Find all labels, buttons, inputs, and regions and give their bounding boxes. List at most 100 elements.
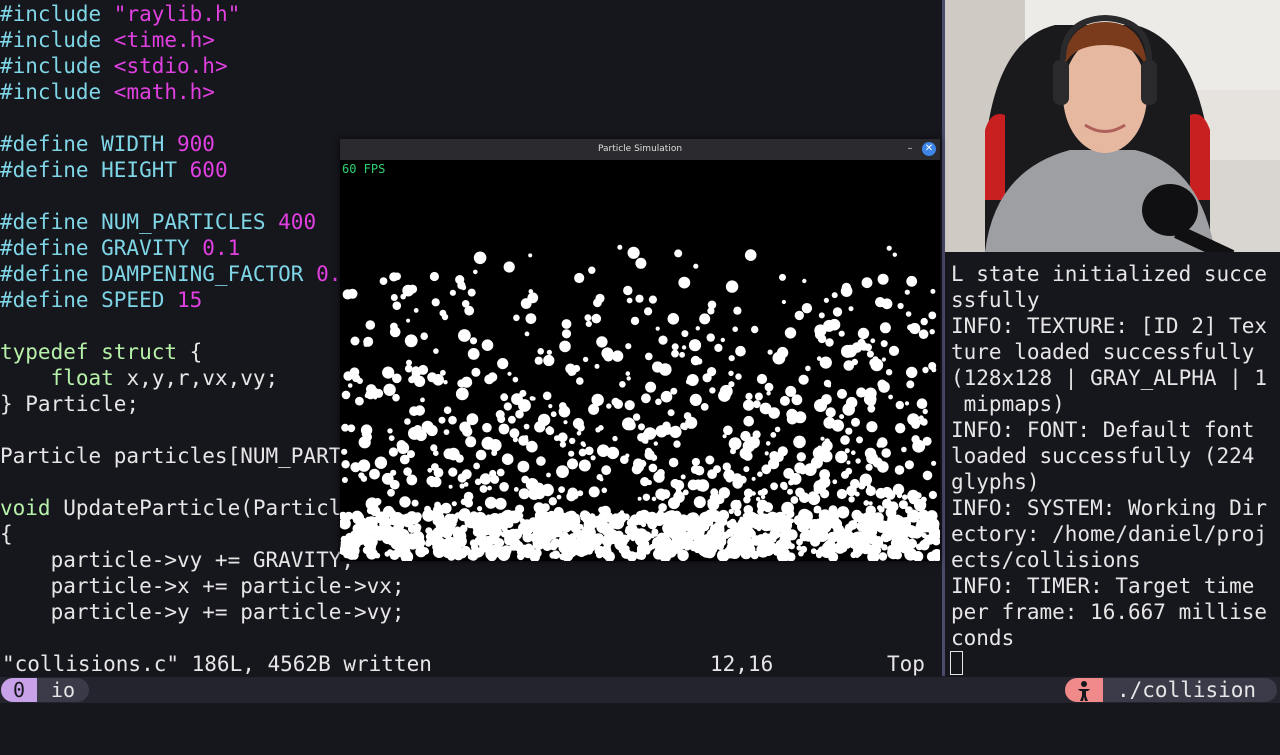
particle	[644, 447, 653, 456]
particle	[731, 473, 743, 485]
particle	[626, 297, 633, 304]
particle	[673, 480, 685, 491]
particle	[825, 338, 834, 347]
particle	[518, 544, 530, 556]
particle	[584, 314, 592, 322]
particle	[559, 402, 567, 410]
particle	[550, 411, 557, 418]
code-line: #define NUM_PARTICLES 400	[0, 209, 316, 235]
particle	[859, 473, 872, 486]
particle	[548, 497, 557, 506]
particle	[413, 308, 419, 313]
particle	[439, 309, 447, 317]
particle	[651, 528, 659, 536]
code-line: particle->vy += GRAVITY;	[0, 547, 354, 573]
particle-simulation-window[interactable]: Particle Simulation – ✕ 60 FPS	[338, 139, 944, 564]
particle	[757, 471, 763, 478]
particle	[479, 485, 488, 493]
particle	[412, 536, 426, 549]
particle	[477, 506, 483, 512]
particle	[467, 288, 476, 297]
tmux-window-index[interactable]: 0	[1, 678, 37, 702]
particle	[383, 383, 396, 396]
tmux-window-name[interactable]: io	[37, 678, 89, 702]
particle	[814, 329, 825, 340]
particle	[430, 444, 438, 452]
particle	[594, 363, 600, 369]
particle	[561, 319, 572, 329]
particle	[776, 520, 783, 527]
particle	[764, 451, 769, 456]
particle	[700, 545, 713, 558]
particle	[846, 460, 851, 465]
window-title: Particle Simulation	[597, 144, 683, 154]
code-token: <time.h>	[113, 28, 215, 52]
particle	[928, 490, 938, 500]
particle	[783, 468, 795, 479]
person-icon	[1065, 678, 1103, 702]
particle	[888, 394, 893, 400]
particle	[455, 454, 464, 463]
particle	[861, 277, 873, 289]
minimize-button[interactable]: –	[903, 141, 917, 157]
terminal-cursor	[950, 651, 963, 675]
code-token: UpdateParticle(Particle	[50, 496, 355, 520]
particle	[475, 449, 487, 461]
particle	[679, 351, 685, 358]
particle	[443, 448, 455, 460]
particle	[495, 538, 505, 548]
particle	[798, 550, 804, 557]
particle	[499, 482, 509, 492]
particle	[358, 436, 371, 449]
particle	[481, 339, 494, 351]
particle	[388, 435, 395, 441]
particle	[625, 420, 636, 431]
particle	[836, 488, 847, 500]
terminal-pane[interactable]: L state initialized succe ssfully INFO: TE…	[945, 252, 1280, 676]
particle	[430, 476, 442, 488]
window-titlebar[interactable]: Particle Simulation – ✕	[340, 139, 940, 160]
particle	[402, 284, 415, 297]
particle	[623, 285, 633, 296]
particle	[491, 475, 499, 483]
particle	[779, 395, 790, 406]
particle	[807, 492, 821, 506]
particle	[740, 548, 752, 560]
particle	[635, 510, 646, 521]
particle	[865, 463, 873, 471]
particle	[497, 358, 509, 370]
particle	[838, 330, 845, 337]
particle	[538, 510, 550, 523]
particle	[374, 456, 388, 469]
code-token: particle->x += particle->vx;	[0, 574, 405, 598]
particle	[524, 331, 530, 337]
particle	[863, 500, 870, 506]
particle	[845, 467, 853, 475]
particle	[842, 403, 855, 416]
code-token: {	[189, 340, 203, 364]
particle	[851, 342, 863, 353]
particle	[484, 374, 495, 385]
particle	[881, 544, 888, 551]
particle	[767, 349, 773, 355]
particle	[404, 364, 413, 373]
particle	[433, 467, 444, 478]
particle	[769, 534, 776, 541]
particle	[485, 536, 495, 546]
particle	[406, 318, 411, 323]
particle	[878, 552, 888, 561]
particle	[720, 337, 725, 343]
particle	[766, 391, 771, 396]
particle	[693, 263, 699, 269]
particle	[582, 356, 589, 363]
close-button[interactable]: ✕	[922, 142, 936, 156]
particle	[823, 297, 829, 303]
particle	[653, 441, 658, 446]
particle	[475, 547, 485, 557]
particle	[880, 520, 889, 529]
particle	[585, 320, 592, 327]
particle	[895, 423, 906, 434]
particle	[462, 426, 473, 437]
code-token: #include	[0, 80, 114, 104]
particle	[578, 448, 587, 457]
